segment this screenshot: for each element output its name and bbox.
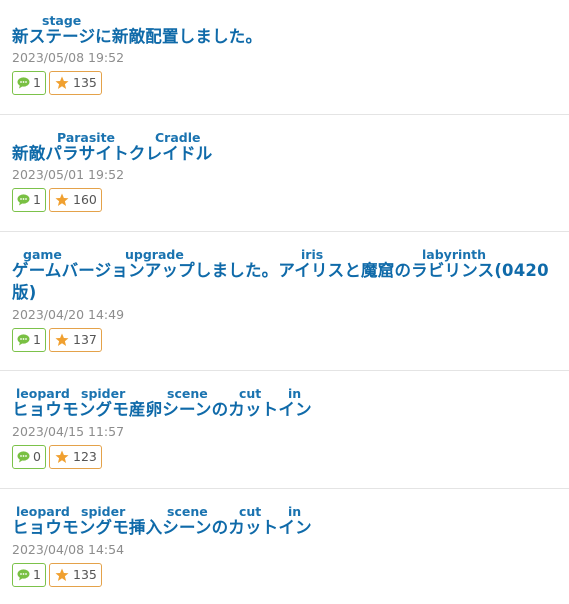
favorite-count-badge[interactable]: 123 xyxy=(49,445,102,469)
post-date: 2023/05/01 19:52 xyxy=(12,167,125,182)
divider xyxy=(0,114,569,115)
favorite-count: 137 xyxy=(73,332,97,347)
post-title-link[interactable]: ヒョウモングモ挿入シーンのカットイン xyxy=(12,517,312,539)
star-icon xyxy=(55,333,69,346)
speech-bubble-icon xyxy=(17,334,30,346)
divider xyxy=(0,231,569,232)
favorite-count: 135 xyxy=(73,75,97,90)
comment-count: 1 xyxy=(33,75,41,90)
post-date: 2023/04/08 14:54 xyxy=(12,542,125,557)
comment-count: 1 xyxy=(33,567,41,582)
comment-count-badge[interactable]: 0 xyxy=(12,445,46,469)
favorite-count-badge[interactable]: 137 xyxy=(49,328,102,352)
comment-count: 0 xyxy=(33,449,41,464)
star-icon xyxy=(55,76,69,89)
star-icon xyxy=(55,193,69,206)
favorite-count-badge[interactable]: 135 xyxy=(49,71,102,95)
comment-count-badge[interactable]: 1 xyxy=(12,188,46,212)
favorite-count: 160 xyxy=(73,192,97,207)
post-title-link[interactable]: 新ステージに新敵配置しました。 xyxy=(12,26,262,48)
speech-bubble-icon xyxy=(17,451,30,463)
favorite-count: 123 xyxy=(73,449,97,464)
speech-bubble-icon xyxy=(17,77,30,89)
comment-count-badge[interactable]: 1 xyxy=(12,563,46,587)
star-icon xyxy=(55,568,69,581)
post-title-link-continued[interactable]: 版) xyxy=(12,282,36,304)
post-title-link[interactable]: ゲームバージョンアップしました。アイリスと魔窟のラビリンス(0420 xyxy=(12,260,549,282)
comment-count: 1 xyxy=(33,192,41,207)
divider xyxy=(0,370,569,371)
favorite-count-badge[interactable]: 160 xyxy=(49,188,102,212)
star-icon xyxy=(55,450,69,463)
post-title-link[interactable]: ヒョウモングモ産卵シーンのカットイン xyxy=(12,399,312,421)
post-title-link[interactable]: 新敵パラサイトクレイドル xyxy=(12,143,212,165)
divider xyxy=(0,488,569,489)
post-date: 2023/04/15 11:57 xyxy=(12,424,125,439)
speech-bubble-icon xyxy=(17,569,30,581)
post-date: 2023/05/08 19:52 xyxy=(12,50,125,65)
comment-count-badge[interactable]: 1 xyxy=(12,71,46,95)
speech-bubble-icon xyxy=(17,194,30,206)
post-date: 2023/04/20 14:49 xyxy=(12,307,125,322)
comment-count: 1 xyxy=(33,332,41,347)
comment-count-badge[interactable]: 1 xyxy=(12,328,46,352)
favorite-count-badge[interactable]: 135 xyxy=(49,563,102,587)
favorite-count: 135 xyxy=(73,567,97,582)
